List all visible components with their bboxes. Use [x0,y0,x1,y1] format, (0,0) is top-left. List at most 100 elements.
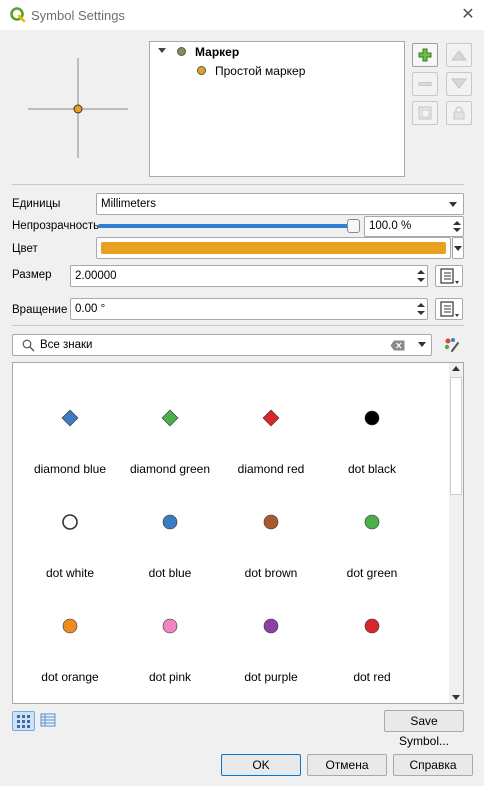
symbol-item[interactable]: diamond green [117,373,223,477]
units-value: Millimeters [101,198,156,210]
duplicate-layer-icon [418,106,432,120]
dot-marker-icon [162,514,178,530]
dot-marker-icon [364,514,380,530]
ok-button[interactable]: OK [221,754,301,776]
separator-middle [12,325,464,326]
symbol-name: diamond red [237,462,305,476]
search-value: Все знаки [40,339,93,351]
tree-root-label: Маркер [195,45,240,59]
symbol-item[interactable]: dot purple [218,581,324,685]
list-view-icon [40,713,56,727]
marker-dot-icon [177,47,186,56]
lock-layer-button[interactable] [446,101,472,125]
save-symbol-button[interactable]: Save Symbol... [384,710,464,748]
symbol-name: dot black [347,462,397,476]
add-layer-button[interactable] [412,43,438,67]
move-down-icon [451,78,467,89]
opacity-slider-handle[interactable] [347,219,360,233]
lock-icon [453,106,465,120]
symbol-item[interactable]: dot pink [117,581,223,685]
rotation-spinbox[interactable]: 0.00 ° [70,298,428,320]
data-defined-icon [440,301,459,317]
symbol-name: dot red [353,670,391,684]
scroll-up-icon[interactable] [452,366,460,371]
help-button[interactable]: Справка [393,754,473,776]
spin-up-icon[interactable] [417,303,425,307]
list-view-toggle[interactable] [40,712,56,728]
style-manager-icon [444,338,459,352]
spin-buttons[interactable] [415,299,427,319]
symbol-item[interactable]: dot red [319,581,425,685]
symbol-preview [12,42,142,174]
opacity-value: 100.0 % [369,220,412,232]
remove-layer-button[interactable] [412,72,438,96]
scroll-down-icon[interactable] [452,695,460,700]
size-data-defined-button[interactable] [435,265,463,287]
symbol-layer-tree[interactable]: Маркер Простой маркер [149,41,405,177]
data-defined-icon [440,268,459,284]
close-icon[interactable]: ✕ [458,5,478,25]
symbol-name: dot white [45,566,95,580]
spin-down-icon[interactable] [453,228,461,232]
spin-down-icon[interactable] [417,278,425,282]
tree-row-marker[interactable]: Маркер [150,43,404,61]
units-select[interactable]: Millimeters [96,193,464,215]
diamond-marker-icon [262,409,280,427]
qgis-logo-icon [10,7,26,23]
symbol-item[interactable]: diamond red [218,373,324,477]
opacity-label: Непрозрачность [12,220,100,232]
dot-marker-icon [62,618,78,634]
color-button[interactable] [96,237,451,259]
add-layer-icon [418,48,432,62]
move-up-button[interactable] [446,43,472,67]
size-value: 2.00000 [75,270,117,282]
duplicate-layer-button[interactable] [412,101,438,125]
spin-buttons[interactable] [415,266,427,286]
expand-arrow-icon[interactable] [158,48,166,53]
rotation-value: 0.00 ° [75,303,106,315]
tree-row-simple-marker[interactable]: Простой маркер [150,62,404,80]
cancel-button[interactable]: Отмена [307,754,387,776]
spin-up-icon[interactable] [417,270,425,274]
icon-view-toggle[interactable] [12,711,35,731]
rotation-label: Вращение [12,304,68,316]
opacity-slider-fill [98,224,352,228]
tree-child-label: Простой маркер [215,64,306,78]
rotation-data-defined-button[interactable] [435,298,463,320]
spin-up-icon[interactable] [453,221,461,225]
search-options-button[interactable] [410,334,432,356]
symbol-item[interactable]: dot blue [117,477,223,581]
size-spinbox[interactable]: 2.00000 [70,265,428,287]
symbol-item[interactable]: diamond blue [17,373,123,477]
grid-view-icon [17,715,30,728]
scrollbar-thumb[interactable] [450,377,462,495]
opacity-spinbox[interactable]: 100.0 % [364,216,464,237]
dot-marker-icon [263,618,279,634]
symbol-item[interactable]: dot white [17,477,123,581]
move-down-button[interactable] [446,72,472,96]
symbol-item[interactable]: dot orange [17,581,123,685]
symbol-item[interactable]: dot black [319,373,425,477]
symbol-item[interactable]: dot brown [218,477,324,581]
style-manager-button[interactable] [443,336,461,354]
dot-marker-icon [62,514,78,530]
symbol-item[interactable]: dot green [319,477,425,581]
simple-marker-dot-icon [197,66,206,75]
diamond-marker-icon [161,409,179,427]
symbol-name: dot pink [148,670,192,684]
size-label: Размер [12,269,52,281]
clear-search-icon[interactable] [390,340,405,351]
symbol-name: dot blue [148,566,192,580]
color-swatch [101,242,446,254]
chevron-down-icon [454,246,462,251]
symbol-name: dot orange [41,670,99,684]
units-label: Единицы [12,198,61,210]
symbol-library-grid[interactable]: diamond blue diamond green diamond red dot … [12,362,464,704]
symbol-search-input[interactable]: Все знаки [12,334,432,356]
dot-marker-icon [263,514,279,530]
spin-buttons[interactable] [451,217,463,236]
spin-down-icon[interactable] [417,311,425,315]
remove-layer-icon [418,82,432,86]
dot-marker-icon [162,618,178,634]
color-menu-button[interactable] [452,237,464,259]
